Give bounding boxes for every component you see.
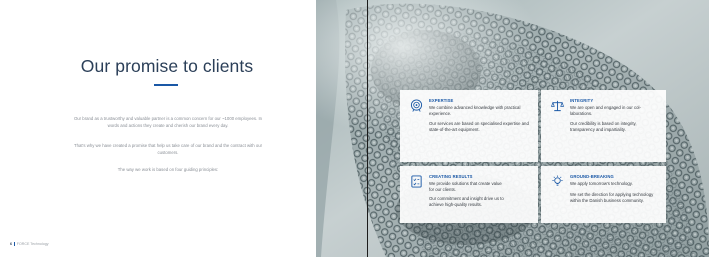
card-text: We set the direction for applying techno…	[570, 192, 654, 203]
checklist-icon	[410, 175, 423, 188]
card-heading: GROUND-BREAKING	[570, 174, 614, 179]
intro-paragraph-3: The way we work is based on four guiding…	[117, 167, 219, 172]
left-page: Our promise to clients Our brand as a tr…	[0, 0, 316, 257]
target-icon	[410, 99, 423, 112]
card-text: We combine advanced knowledge with pract…	[429, 105, 521, 116]
principle-card-integrity: INTEGRITY We are open and engaged in our…	[541, 90, 666, 162]
page-title: Our promise to clients	[80, 56, 254, 76]
intro-paragraph-2: That's why we have created a promise tha…	[73, 143, 263, 156]
page-footer: 6 FORCE Technology	[10, 242, 49, 247]
footer-text: FORCE Technology	[16, 242, 49, 246]
principle-card-expertise: EXPERTISE We combine advanced knowledge …	[400, 90, 538, 162]
principle-card-creating-results: CREATING RESULTS We provide solutions th…	[400, 166, 538, 223]
card-heading: CREATING RESULTS	[429, 174, 473, 179]
card-text: Our services are based on specialised ex…	[429, 121, 529, 132]
card-heading: EXPERTISE	[429, 98, 454, 103]
card-heading: INTEGRITY	[570, 98, 594, 103]
scales-icon	[551, 99, 564, 112]
page-number: 6	[10, 242, 12, 246]
intro-paragraph-1: Our brand as a trustworthy and valuable …	[73, 116, 263, 129]
card-text: Our credibility is based on integrity, t…	[570, 121, 637, 132]
brochure-spread: Our promise to clients Our brand as a tr…	[0, 0, 709, 257]
card-text: Our commitment and insight drive us to a…	[429, 196, 504, 207]
page-fold-line	[367, 0, 368, 257]
principle-card-ground-breaking: GROUND-BREAKING We apply tomorrow's tech…	[541, 166, 666, 223]
title-underline	[154, 84, 178, 86]
card-text: We are open and engaged in our col-labor…	[570, 105, 641, 116]
card-text: We apply tomorrow's technology.	[570, 181, 633, 186]
footer-separator	[14, 242, 15, 247]
card-text: We provide solutions that create value f…	[429, 181, 502, 192]
lightbulb-icon	[551, 175, 564, 188]
